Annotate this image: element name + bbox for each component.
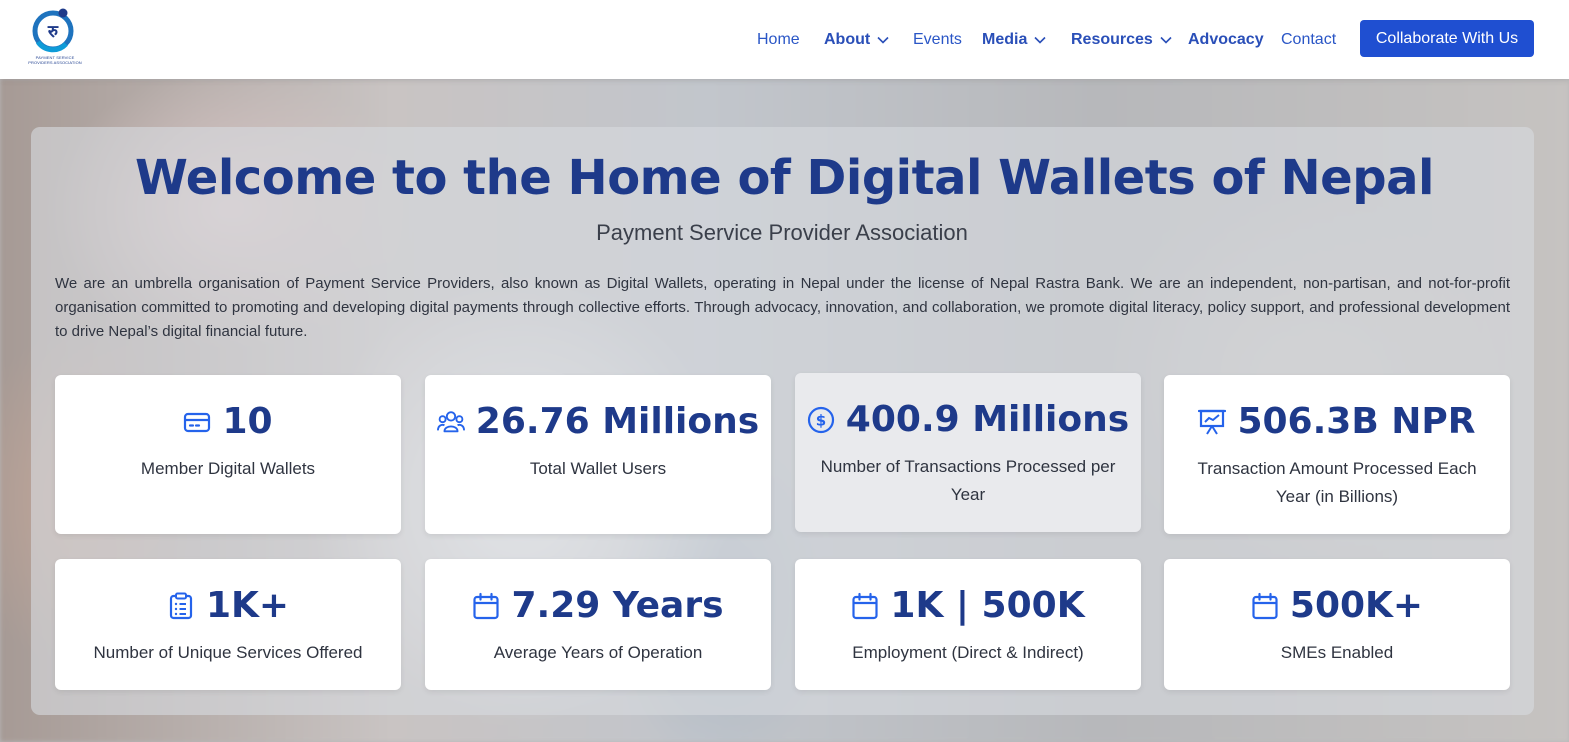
clipboard-list-icon	[169, 592, 193, 619]
hero-description: We are an umbrella organisation of Payme…	[55, 275, 1510, 340]
stat-value: 506.3B NPR	[1237, 401, 1476, 442]
stat-card-smes: 500K+ SMEs Enabled	[1164, 559, 1510, 690]
stat-card-wallet-users: 26.76 Millions Total Wallet Users	[425, 375, 771, 534]
stat-card-member-wallets: 10 Member Digital Wallets	[55, 375, 401, 534]
stat-label: Total Wallet Users	[529, 459, 667, 478]
nav-about[interactable]: About	[824, 29, 889, 51]
stat-card-years-operation: 7.29 Years Average Years of Operation	[425, 559, 771, 690]
stat-label: Number of Unique Services Offered	[93, 643, 363, 662]
collaborate-button[interactable]: Collaborate With Us	[1360, 20, 1534, 57]
nav-media[interactable]: Media	[982, 29, 1046, 51]
logo-caption: PAYMENT SERVICE PROVIDERS ASSOCIATION	[28, 55, 82, 65]
calendar-icon	[473, 592, 500, 619]
hero-subtitle: Payment Service Provider Association	[596, 220, 968, 245]
dollar-circle-icon: $	[807, 406, 834, 433]
stat-label: Average Years of Operation	[493, 643, 703, 662]
stat-value: 7.29 Years	[511, 585, 724, 626]
calendar-icon	[852, 592, 878, 619]
stat-card-unique-services: 1K+ Number of Unique Services Offered	[55, 559, 401, 690]
stat-card-transaction-amount: 506.3B NPR Transaction Amount Processed …	[1164, 375, 1510, 534]
nav-about-label: About	[824, 31, 871, 48]
stat-label: Transaction Amount Processed Each Year (…	[1197, 459, 1477, 506]
svg-text:रु: रु	[47, 22, 59, 42]
wallet-card-icon	[184, 412, 211, 432]
chevron-down-icon	[1034, 36, 1046, 44]
nav-advocacy-label: Advocacy	[1188, 31, 1264, 48]
chart-presentation-icon	[1198, 409, 1227, 435]
stat-label: Member Digital Wallets	[140, 459, 316, 478]
stat-value: 10	[222, 401, 273, 442]
stat-label: Employment (Direct & Indirect)	[852, 643, 1084, 662]
stat-value: 1K | 500K	[890, 585, 1085, 626]
chevron-down-icon	[877, 36, 889, 44]
stat-value: 26.76 Millions	[475, 401, 760, 442]
stat-label: SMEs Enabled	[1280, 643, 1394, 662]
site-header: रु PAYMENT SERVICE PROVIDERS ASSOCIATION…	[0, 0, 1569, 79]
nav-media-label: Media	[982, 31, 1028, 48]
stat-value: 500K+	[1289, 585, 1424, 626]
stat-card-transactions: $ 400.9 Millions Number of Transactions …	[795, 373, 1141, 532]
nav-home-label: Home	[757, 31, 800, 48]
calendar-icon	[1252, 592, 1278, 619]
nav-advocacy[interactable]: Advocacy	[1188, 29, 1264, 51]
nav-events-label: Events	[913, 31, 962, 48]
nav-home[interactable]: Home	[757, 29, 800, 51]
nav-events[interactable]: Events	[913, 29, 962, 51]
chevron-down-icon	[1160, 36, 1172, 44]
svg-text:$: $	[816, 411, 826, 429]
hero-title: Welcome to the Home of Digital Wallets o…	[135, 150, 1434, 206]
nav-resources-label: Resources	[1071, 31, 1153, 48]
nav-contact-label: Contact	[1281, 31, 1337, 48]
users-icon	[436, 410, 465, 432]
stat-value: 1K+	[205, 585, 290, 626]
stat-label: Number of Transactions Processed per Yea…	[820, 457, 1116, 504]
nav-resources[interactable]: Resources	[1071, 29, 1172, 51]
stat-card-employment: 1K | 500K Employment (Direct & Indirect)	[795, 559, 1141, 690]
nav-contact[interactable]: Contact	[1281, 29, 1336, 51]
stat-value: 400.9 Millions	[845, 399, 1130, 440]
